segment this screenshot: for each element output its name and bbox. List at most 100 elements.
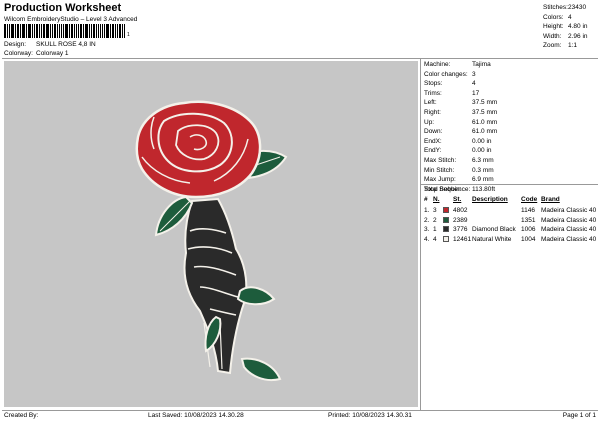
barcode-bar bbox=[58, 24, 60, 38]
col-n: N. bbox=[433, 196, 440, 203]
stat-value: 4 bbox=[568, 13, 572, 21]
stop-stitches: 3776 bbox=[453, 226, 468, 234]
col-description: Description bbox=[472, 196, 508, 203]
stat-row: Height: 4.80 in bbox=[543, 22, 597, 32]
machine-info-label: Max Stitch: bbox=[424, 156, 457, 164]
last-saved: Last Saved: 10/08/2023 14.30.28 bbox=[148, 412, 244, 419]
machine-info-row: Trims: 17 bbox=[424, 89, 596, 99]
barcode-bar bbox=[21, 24, 23, 38]
stop-code: 1351 bbox=[521, 216, 536, 224]
stat-row: Stitches: 23430 bbox=[543, 3, 597, 13]
stat-label: Colors: bbox=[543, 13, 564, 21]
stop-brand: Madeira Classic 40 bbox=[541, 235, 597, 243]
barcode-bar bbox=[39, 24, 41, 38]
barcode-bar bbox=[51, 24, 53, 38]
stop-code: 1004 bbox=[521, 235, 536, 243]
machine-info-row: Color changes: 3 bbox=[424, 70, 596, 80]
stat-label: Zoom: bbox=[543, 42, 562, 50]
machine-info-row: EndY: 0.00 in bbox=[424, 146, 596, 156]
barcode-bar bbox=[42, 24, 45, 38]
barcode-bar bbox=[78, 24, 79, 38]
barcode-bar bbox=[26, 24, 28, 38]
machine-info-label: EndX: bbox=[424, 137, 442, 145]
column-divider bbox=[420, 58, 421, 410]
embroidery-design-image bbox=[135, 100, 288, 381]
barcode-bar bbox=[117, 24, 118, 38]
barcode-bar bbox=[76, 24, 78, 38]
thread-color-swatch bbox=[443, 216, 449, 223]
machine-info-label: Right: bbox=[424, 108, 441, 116]
machine-info-label: Down: bbox=[424, 128, 443, 136]
barcode-bar bbox=[110, 24, 112, 38]
col-brand: Brand bbox=[541, 196, 560, 203]
machine-info-value: Tajima bbox=[472, 61, 491, 68]
stop-sequence-row: 1. 3 4802 1146 Madeira Classic 40 bbox=[424, 206, 598, 216]
colorway-value: Colorway 1 bbox=[36, 50, 69, 57]
machine-info-value: 61.0 mm bbox=[472, 128, 498, 136]
stop-num: 3. bbox=[424, 226, 430, 234]
barcode-bar bbox=[34, 24, 36, 38]
stop-sequence-row: 4. 4 12461 Natural White 1004 Madeira Classic… bbox=[424, 235, 598, 245]
barcode-bar bbox=[32, 24, 34, 38]
machine-info-row: Down: 61.0 mm bbox=[424, 127, 596, 137]
machine-info-value: 113.80ft bbox=[472, 185, 496, 193]
design-row: Design: SKULL ROSE 4,8 IN bbox=[4, 41, 96, 48]
stat-label: Width: bbox=[543, 32, 562, 40]
machine-info-label: Up: bbox=[424, 118, 435, 126]
barcode-bar bbox=[97, 24, 100, 38]
machine-info-value: 61.0 mm bbox=[472, 118, 498, 126]
machine-info-label: Min Stitch: bbox=[424, 166, 455, 174]
barcode-bar bbox=[106, 24, 110, 38]
machine-info-row: Left: 37.5 mm bbox=[424, 98, 596, 108]
page-title: Production Worksheet bbox=[4, 2, 122, 14]
barcode-bar bbox=[8, 24, 10, 38]
rose-bloom bbox=[135, 100, 262, 199]
stats-box: Stitches: 23430 Colors: 4 Height: 4.80 in W… bbox=[543, 3, 597, 51]
stat-row: Colors: 4 bbox=[543, 13, 597, 23]
thread-color-swatch bbox=[443, 226, 449, 233]
col-hash: # bbox=[424, 196, 428, 203]
barcode-bar bbox=[49, 24, 51, 38]
machine-info-row: Min Stitch: 0.3 mm bbox=[424, 166, 596, 176]
barcode-bar bbox=[4, 24, 6, 38]
stop-step: 1 bbox=[433, 226, 437, 234]
barcode-bar bbox=[41, 24, 42, 38]
barcode-bar bbox=[74, 24, 76, 38]
barcode-bar bbox=[90, 24, 92, 38]
machine-info-row: Max Stitch: 6.3 mm bbox=[424, 156, 596, 166]
printed-date: Printed: 10/08/2023 14.30.31 bbox=[328, 412, 412, 419]
header-divider bbox=[2, 58, 598, 59]
machine-info-value: 0.00 in bbox=[472, 137, 492, 145]
stop-brand: Madeira Classic 40 bbox=[541, 226, 597, 234]
stop-num: 4. bbox=[424, 235, 430, 243]
software-name: Wilcom EmbroideryStudio – Level 3 Advanc… bbox=[4, 16, 138, 23]
machine-divider bbox=[421, 184, 598, 185]
barcode-bar bbox=[112, 24, 115, 38]
machine-info-label: Color changes: bbox=[424, 70, 468, 78]
barcode-bar bbox=[28, 24, 32, 38]
barcode-bar bbox=[6, 24, 8, 38]
barcode-bar bbox=[63, 24, 65, 38]
barcode-suffix: 1 bbox=[127, 32, 130, 38]
machine-info-value: 0.00 in bbox=[472, 147, 492, 155]
barcode-bar bbox=[45, 24, 49, 38]
machine-info-value: 4 bbox=[472, 80, 476, 88]
stop-step: 4 bbox=[433, 235, 437, 243]
stop-sequence-row: 2. 2 2389 1351 Madeira Classic 40 bbox=[424, 216, 598, 226]
machine-info-row: Up: 61.0 mm bbox=[424, 118, 596, 128]
machine-info-row: Stops: 4 bbox=[424, 79, 596, 89]
barcode-bar bbox=[23, 24, 26, 38]
stop-code: 1006 bbox=[521, 226, 536, 234]
col-stitches: St. bbox=[453, 196, 462, 203]
stat-value: 23430 bbox=[568, 4, 587, 11]
machine-info-row: EndX: 0.00 in bbox=[424, 137, 596, 147]
barcode-bar bbox=[14, 24, 16, 38]
created-by: Created By: bbox=[4, 412, 39, 419]
machine-info-label: Stops: bbox=[424, 80, 443, 88]
thread-color-swatch bbox=[443, 235, 449, 242]
barcode-bar bbox=[10, 24, 14, 38]
barcode-bar bbox=[100, 24, 102, 38]
barcode-bar bbox=[115, 24, 116, 38]
stop-num: 1. bbox=[424, 207, 430, 214]
col-code: Code bbox=[521, 196, 538, 203]
